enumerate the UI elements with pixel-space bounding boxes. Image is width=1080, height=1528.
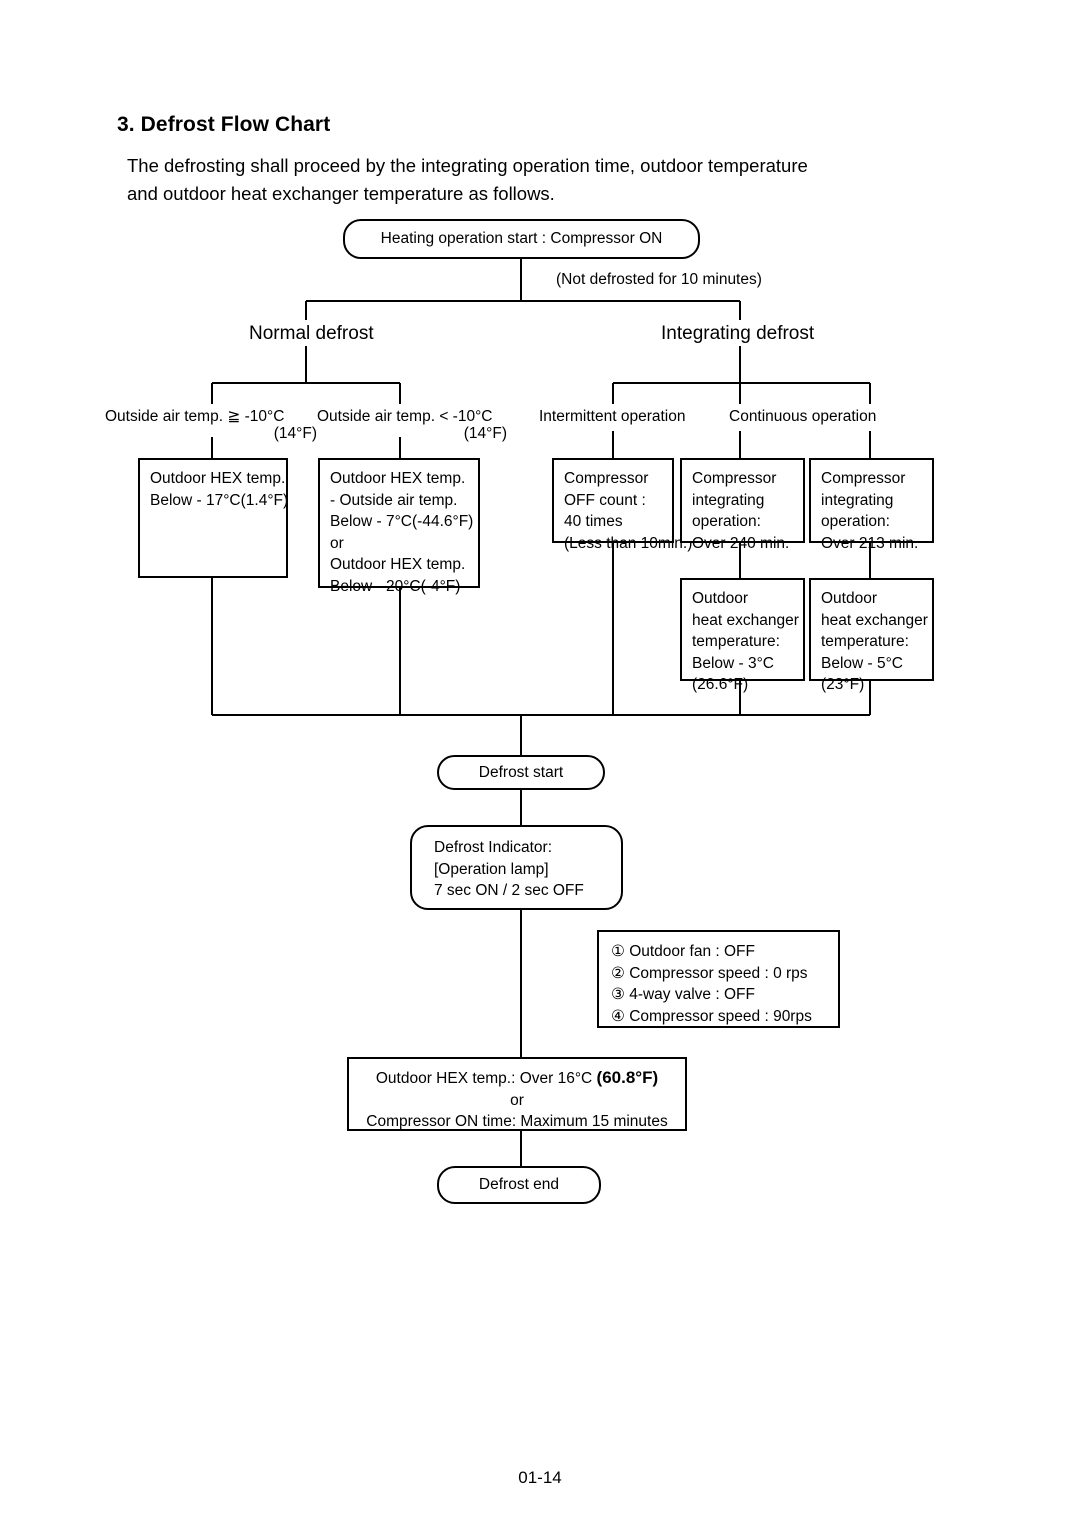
node-compressor-integrating-213: Compressor integrating operation: Over 2… [809, 458, 934, 552]
label-continuous-operation: Continuous operation [729, 408, 877, 425]
node-line: Below - 20°C(-4°F) [330, 577, 461, 595]
node-outdoor-hex-below-17: Outdoor HEX temp. Below - 17°C(1.4°F) [138, 458, 288, 578]
node-line: Compressor [564, 470, 649, 487]
node-outdoor-hex-below-3: Outdoor heat exchanger temperature: Belo… [680, 578, 805, 693]
label-outside-air-temp-ge-f: (14°F) [273, 425, 317, 442]
page-footer: 01-14 [518, 1468, 562, 1487]
node-line: temperature: [821, 633, 909, 650]
node-label: Defrost end [478, 1176, 560, 1194]
label-intermittent-operation: Intermittent operation [539, 408, 686, 425]
node-line: OFF count : [564, 491, 646, 509]
node-line: Below - 5°C [821, 654, 904, 672]
node-line: Defrost Indicator: [434, 839, 553, 856]
node-line: Compressor ON time: Maximum 15 minutes [366, 1113, 668, 1130]
page-canvas: 3. Defrost Flow Chart The defrosting sha… [0, 0, 1080, 1528]
node-line: - Outside air temp. [330, 491, 458, 509]
node-line: Below - 3°C [692, 654, 775, 672]
node-compressor-integrating-240: Compressor integrating operation: Over 2… [680, 458, 805, 552]
node-line: or [330, 534, 344, 552]
node-line: operation: [821, 513, 890, 530]
action-item: ③ 4-way valve : OFF [611, 986, 755, 1003]
label-integrating-defrost: Integrating defrost [661, 323, 815, 344]
node-line: Below - 7°C(-44.6°F) [330, 513, 474, 530]
node-outdoor-hex-below-5: Outdoor heat exchanger temperature: Belo… [809, 578, 934, 693]
node-defrost-actions: ① Outdoor fan : OFF ② Compressor speed :… [597, 930, 840, 1028]
node-heating-operation-start: Heating operation start : Compressor ON [343, 219, 700, 259]
node-line: or [510, 1091, 524, 1109]
node-line: Outdoor HEX temp.: Over 16°C (60.8°F) [349, 1067, 685, 1090]
node-line: Below - 17°C(1.4°F) [150, 491, 289, 509]
node-line: Over 213 min. [821, 534, 919, 552]
node-defrost-indicator: Defrost Indicator: [Operation lamp] 7 se… [410, 825, 623, 910]
defrost-flow-chart: Heating operation start : Compressor ON … [0, 0, 1080, 1528]
node-line: Over 240 min. [692, 534, 790, 552]
node-line: Outdoor [821, 590, 878, 607]
node-line: Outdoor HEX temp. [330, 470, 466, 487]
node-line: 40 times [564, 513, 623, 530]
node-line: operation: [692, 513, 761, 530]
node-line: Outdoor HEX temp. [150, 470, 286, 487]
node-compressor-off-count: Compressor OFF count : 40 times (Less th… [552, 458, 692, 552]
label-not-defrosted-note: (Not defrosted for 10 minutes) [556, 271, 762, 288]
node-defrost-end-condition: Outdoor HEX temp.: Over 16°C (60.8°F) or… [347, 1057, 687, 1131]
node-outdoor-hex-diff: Outdoor HEX temp. - Outside air temp. Be… [318, 458, 480, 595]
node-line: Outdoor [692, 590, 749, 607]
action-item: ② Compressor speed : 0 rps [611, 964, 808, 982]
label-outside-air-temp-lt-f: (14°F) [463, 425, 507, 442]
end-cond-fahrenheit: (60.8°F) [596, 1068, 659, 1087]
action-item: ④ Compressor speed : 90rps [611, 1007, 812, 1025]
node-line: temperature: [692, 633, 780, 650]
node-line: (23°F) [821, 676, 865, 693]
node-line: integrating [692, 491, 765, 509]
node-line: Outdoor HEX temp. [330, 556, 466, 573]
node-line: Compressor [692, 470, 777, 487]
node-line: heat exchanger [692, 611, 799, 629]
node-line: (26.6°F) [692, 676, 749, 693]
label-normal-defrost: Normal defrost [249, 323, 374, 344]
node-line: Compressor [821, 470, 906, 487]
node-label: Defrost start [478, 763, 564, 781]
node-line: integrating [821, 491, 894, 509]
end-cond-celsius: Outdoor HEX temp.: Over 16°C [375, 1070, 597, 1087]
node-defrost-end: Defrost end [437, 1166, 601, 1204]
action-item: ① Outdoor fan : OFF [611, 943, 755, 960]
node-line: heat exchanger [821, 611, 928, 629]
node-line: 7 sec ON / 2 sec OFF [434, 882, 584, 899]
node-label: Heating operation start : Compressor ON [380, 230, 663, 248]
node-line: [Operation lamp] [434, 860, 549, 878]
node-line: (Less than 10min.) [564, 534, 693, 552]
node-defrost-start: Defrost start [437, 755, 605, 790]
